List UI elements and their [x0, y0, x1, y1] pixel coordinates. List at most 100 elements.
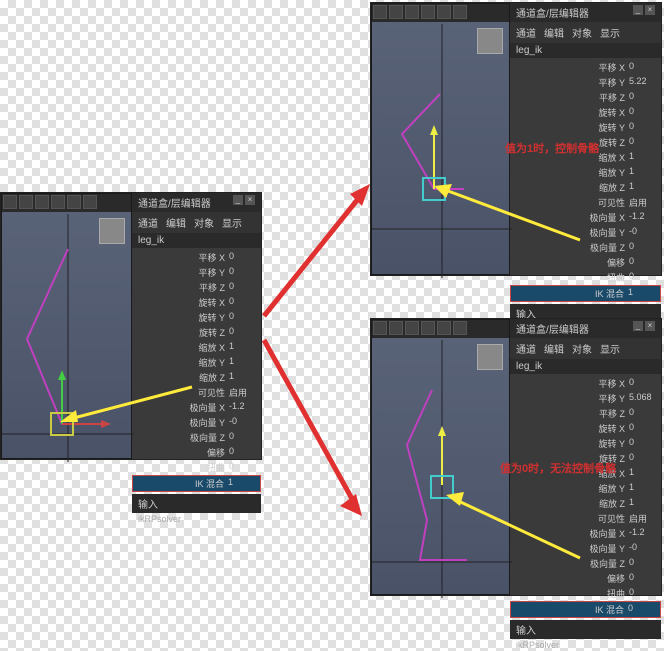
toolbar-button[interactable]	[405, 321, 419, 335]
attribute-row[interactable]: 旋转 X0	[510, 421, 661, 436]
attribute-row[interactable]: IK 混合1	[510, 285, 661, 302]
toolbar-button[interactable]	[51, 195, 65, 209]
attr-value[interactable]: 5.22	[629, 76, 653, 89]
attribute-row[interactable]: 缩放 X1	[132, 340, 261, 355]
attr-value[interactable]: 0	[629, 91, 653, 104]
toolbar-button[interactable]	[83, 195, 97, 209]
attribute-row[interactable]: 平移 Y0	[132, 265, 261, 280]
toolbar-button[interactable]	[19, 195, 33, 209]
attr-value[interactable]: 1	[229, 371, 253, 384]
attr-value[interactable]: 0	[629, 106, 653, 119]
toolbar-button[interactable]	[389, 321, 403, 335]
attr-value[interactable]: 0	[629, 136, 653, 149]
attribute-row[interactable]: 平移 Z0	[510, 90, 661, 105]
solver-name[interactable]: ikRPsolver	[510, 639, 661, 651]
attr-value[interactable]: 0	[629, 61, 653, 74]
attribute-row[interactable]: 缩放 Z1	[132, 370, 261, 385]
toolbar-button[interactable]	[421, 321, 435, 335]
attribute-row[interactable]: IK 混合0	[510, 601, 661, 618]
attr-value[interactable]: 0	[229, 296, 253, 309]
attr-value[interactable]: -0	[229, 416, 253, 429]
attribute-row[interactable]: 旋转 X0	[132, 295, 261, 310]
close-icon[interactable]: ×	[245, 195, 255, 205]
toolbar-button[interactable]	[421, 5, 435, 19]
attribute-row[interactable]: 极向量 X-1.2	[510, 210, 661, 225]
attribute-row[interactable]: 极向量 X-1.2	[132, 400, 261, 415]
menu-display[interactable]: 显示	[600, 341, 620, 356]
object-name[interactable]: leg_ik	[510, 43, 661, 58]
attribute-row[interactable]: 偏移0	[510, 255, 661, 270]
attr-value[interactable]: 0	[629, 572, 653, 585]
close-icon[interactable]: ×	[645, 321, 655, 331]
toolbar-button[interactable]	[35, 195, 49, 209]
object-name[interactable]: leg_ik	[510, 359, 661, 374]
attr-value[interactable]: 启用	[629, 512, 653, 525]
attr-value[interactable]: 0	[629, 407, 653, 420]
attribute-row[interactable]: IK 混合1	[132, 475, 261, 492]
attribute-row[interactable]: 旋转 Z0	[132, 325, 261, 340]
toolbar-button[interactable]	[373, 321, 387, 335]
viewport-left[interactable]	[1, 193, 132, 459]
minimize-icon[interactable]: _	[633, 321, 643, 331]
attr-value[interactable]: 0	[629, 422, 653, 435]
attr-value[interactable]: 0	[629, 557, 653, 570]
attr-value[interactable]: 1	[629, 166, 653, 179]
menu-edit[interactable]: 编辑	[544, 25, 564, 40]
toolbar-button[interactable]	[67, 195, 81, 209]
attr-value[interactable]: -0	[629, 226, 653, 239]
menu-object[interactable]: 对象	[572, 25, 592, 40]
attr-value[interactable]: 0	[629, 256, 653, 269]
menu-channel[interactable]: 通道	[516, 341, 536, 356]
menu-edit[interactable]: 编辑	[166, 215, 186, 230]
attribute-row[interactable]: 旋转 Y0	[510, 120, 661, 135]
attribute-row[interactable]: 扭曲0	[510, 586, 661, 601]
attr-value[interactable]: 0	[229, 311, 253, 324]
attribute-row[interactable]: 平移 Y5.068	[510, 391, 661, 406]
attribute-row[interactable]: 极向量 Y-0	[510, 225, 661, 240]
attr-value[interactable]: 0	[229, 281, 253, 294]
menu-object[interactable]: 对象	[572, 341, 592, 356]
attribute-row[interactable]: 缩放 Y1	[510, 481, 661, 496]
attr-value[interactable]: 1	[228, 477, 252, 490]
attribute-row[interactable]: 缩放 Y1	[132, 355, 261, 370]
attribute-row[interactable]: 平移 X0	[132, 250, 261, 265]
attr-value[interactable]: 0	[229, 326, 253, 339]
attr-value[interactable]: -1.2	[629, 211, 653, 224]
attr-value[interactable]: 0	[629, 437, 653, 450]
menu-channel[interactable]: 通道	[516, 25, 536, 40]
toolbar-button[interactable]	[389, 5, 403, 19]
solver-name[interactable]: ikRPsolver	[132, 513, 261, 525]
attribute-row[interactable]: 偏移0	[132, 445, 261, 460]
toolbar-button[interactable]	[3, 195, 17, 209]
attribute-row[interactable]: 扭曲0	[132, 460, 261, 475]
toolbar-button[interactable]	[453, 321, 467, 335]
attribute-row[interactable]: 旋转 Y0	[132, 310, 261, 325]
attr-value[interactable]: -1.2	[229, 401, 253, 414]
menu-display[interactable]: 显示	[600, 25, 620, 40]
attr-value[interactable]: 0	[229, 431, 253, 444]
toolbar-button[interactable]	[437, 5, 451, 19]
attribute-row[interactable]: 平移 Y5.22	[510, 75, 661, 90]
viewport-bottom-right[interactable]	[371, 319, 510, 595]
minimize-icon[interactable]: _	[633, 5, 643, 15]
view-cube-icon[interactable]	[477, 28, 503, 54]
toolbar-button[interactable]	[437, 321, 451, 335]
attribute-row[interactable]: 平移 Z0	[132, 280, 261, 295]
attribute-row[interactable]: 极向量 X-1.2	[510, 526, 661, 541]
close-icon[interactable]: ×	[645, 5, 655, 15]
attribute-row[interactable]: 极向量 Y-0	[132, 415, 261, 430]
menu-object[interactable]: 对象	[194, 215, 214, 230]
minimize-icon[interactable]: _	[233, 195, 243, 205]
attr-value[interactable]: 启用	[229, 386, 253, 399]
attr-value[interactable]: 0	[629, 271, 653, 284]
attribute-row[interactable]: 旋转 X0	[510, 105, 661, 120]
attr-value[interactable]: -1.2	[629, 527, 653, 540]
view-cube-icon[interactable]	[477, 344, 503, 370]
attr-value[interactable]: 0	[229, 461, 253, 474]
attribute-row[interactable]: 缩放 Z1	[510, 496, 661, 511]
view-cube-icon[interactable]	[99, 218, 125, 244]
attr-value[interactable]: 1	[628, 287, 652, 300]
object-name[interactable]: leg_ik	[132, 233, 261, 248]
attr-value[interactable]: 0	[628, 603, 652, 616]
attr-value[interactable]: 1	[229, 341, 253, 354]
